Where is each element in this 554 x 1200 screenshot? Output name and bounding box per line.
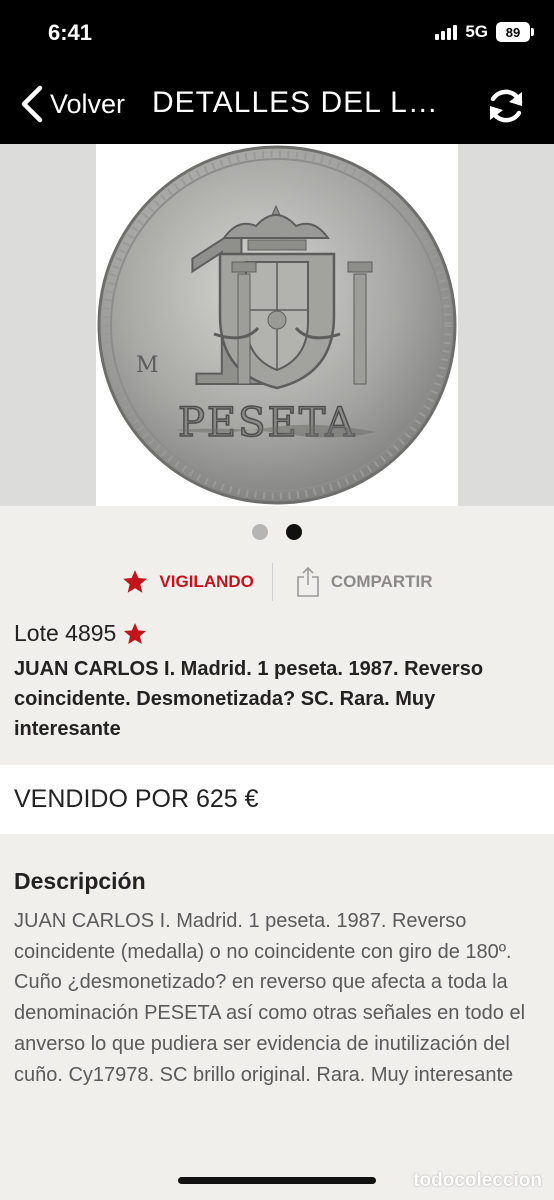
share-icon: [297, 566, 319, 597]
gallery-pagination: [0, 524, 554, 540]
home-indicator[interactable]: [178, 1177, 376, 1184]
watch-label: VIGILANDO: [159, 572, 254, 591]
signal-icon: [435, 24, 458, 40]
coin-image: 1 M PESETA: [97, 145, 457, 505]
watermark-text: todocoleccion: [413, 1170, 542, 1191]
battery-level: 89: [505, 24, 521, 40]
status-indicators: 5G 89: [435, 22, 534, 42]
status-time: 6:41: [48, 20, 93, 45]
coin-word: PESETA: [178, 400, 356, 446]
lot-number-row: Lote 4895: [14, 620, 148, 647]
share-label: COMPARTIR: [330, 572, 433, 591]
watch-button[interactable]: VIGILANDO: [121, 568, 271, 596]
page-title: DETALLES DEL LOTE: [152, 86, 442, 119]
description-body: JUAN CARLOS I. Madrid. 1 peseta. 1987. R…: [14, 910, 526, 1086]
lot-actions: VIGILANDO COMPARTIR: [0, 562, 554, 602]
network-label: 5G: [465, 22, 488, 41]
star-icon: [124, 622, 147, 644]
sold-price: VENDIDO POR 625 €: [14, 785, 259, 813]
top-bar: 6:41 5G 89 Volver DETALLES DEL LOTE: [0, 0, 554, 144]
image-gallery[interactable]: 1 M PESETA: [0, 144, 554, 506]
star-icon: [123, 570, 148, 593]
lot-number: Lote 4895: [14, 620, 117, 646]
back-button[interactable]: Volver: [18, 84, 125, 124]
battery-icon: 89: [496, 22, 534, 42]
description-heading: Descripción: [14, 868, 146, 894]
gallery-dot[interactable]: [252, 524, 268, 540]
lot-photo[interactable]: 1 M PESETA: [96, 144, 458, 506]
back-label: Volver: [50, 88, 126, 119]
share-button[interactable]: COMPARTIR: [273, 566, 433, 598]
sold-price-box: VENDIDO POR 625 €: [0, 765, 554, 834]
chevron-left-icon: [21, 85, 43, 123]
coin-mint-mark: M: [136, 353, 159, 378]
watermark: todocoleccion: [413, 1170, 542, 1192]
refresh-icon[interactable]: [484, 84, 528, 128]
gallery-dot-active[interactable]: [286, 524, 302, 540]
lot-title: JUAN CARLOS I. Madrid. 1 peseta. 1987. R…: [14, 658, 484, 740]
